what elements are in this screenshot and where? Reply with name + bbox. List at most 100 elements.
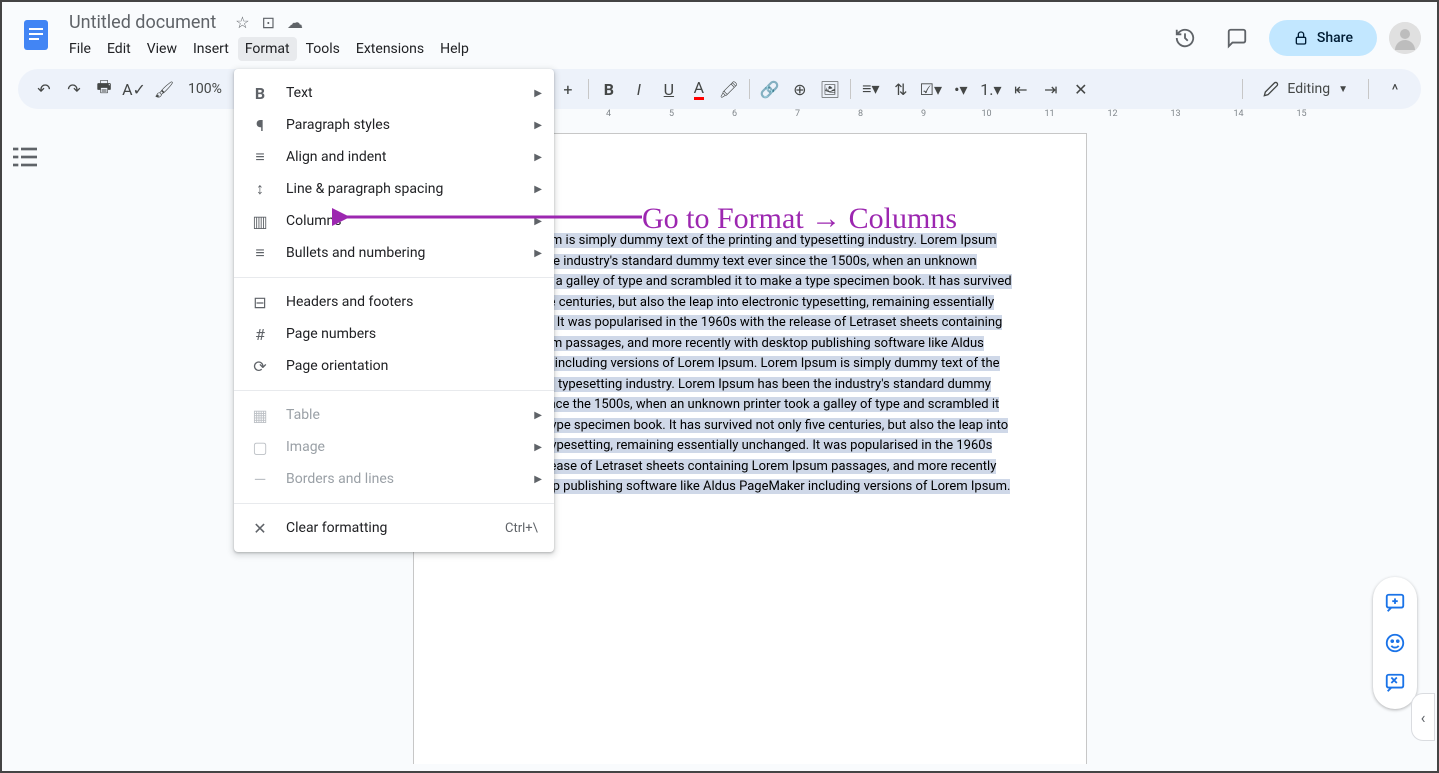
menu-item-icon: ⊟ xyxy=(250,293,270,312)
decrease-indent-button[interactable]: ⇤ xyxy=(1007,75,1035,103)
docs-logo-icon[interactable] xyxy=(18,10,54,58)
cloud-icon[interactable]: ☁ xyxy=(287,13,303,32)
share-button[interactable]: Share xyxy=(1269,20,1377,56)
zoom-select[interactable]: 100% xyxy=(180,81,230,97)
checklist-button[interactable]: ☑▾ xyxy=(917,75,945,103)
text-color-button[interactable]: A xyxy=(685,75,713,103)
menubar-item-tools[interactable]: Tools xyxy=(299,37,347,61)
menu-item-label: Line & paragraph spacing xyxy=(286,181,443,197)
spellcheck-button[interactable]: A✓ xyxy=(120,75,148,103)
insert-image-button[interactable]: 🖼 xyxy=(816,75,844,103)
suggest-float-button[interactable] xyxy=(1377,665,1413,701)
italic-button[interactable]: I xyxy=(625,75,653,103)
highlight-button[interactable]: 🖍 xyxy=(715,75,743,103)
menu-item-label: Borders and lines xyxy=(286,471,394,487)
menu-separator xyxy=(234,277,554,278)
format-menu-table: ▦Table▶ xyxy=(234,399,554,431)
workspace: Lorem Ipsum is simply dummy text of the … xyxy=(2,125,1437,764)
format-menu-clear-formatting[interactable]: ✕Clear formattingCtrl+\ xyxy=(234,512,554,544)
menu-separator xyxy=(234,390,554,391)
format-menu-page-orientation[interactable]: ⟳Page orientation xyxy=(234,350,554,382)
submenu-arrow-icon: ▶ xyxy=(534,410,542,421)
menubar-item-extensions[interactable]: Extensions xyxy=(349,37,431,61)
format-menu-page-numbers[interactable]: #Page numbers xyxy=(234,318,554,350)
menubar-item-format[interactable]: Format xyxy=(238,37,297,61)
menu-item-icon: ▢ xyxy=(250,438,270,457)
format-menu-paragraph-styles[interactable]: ¶Paragraph styles▶ xyxy=(234,109,554,141)
menu-item-icon: — xyxy=(250,470,270,489)
submenu-arrow-icon: ▶ xyxy=(534,120,542,131)
menu-item-label: Text xyxy=(286,85,313,101)
header-right: Share xyxy=(1165,18,1421,58)
emoji-float-button[interactable] xyxy=(1377,625,1413,661)
format-menu-align-and-indent[interactable]: ≡Align and indent▶ xyxy=(234,141,554,173)
document-title[interactable]: Untitled document xyxy=(62,10,223,35)
menu-separator xyxy=(234,503,554,504)
add-comment-button[interactable]: ⊕ xyxy=(786,75,814,103)
bullet-list-button[interactable]: •▾ xyxy=(947,75,975,103)
format-menu-line-paragraph-spacing[interactable]: ↕Line & paragraph spacing▶ xyxy=(234,173,554,205)
menu-item-label: Page numbers xyxy=(286,326,376,342)
menu-item-icon: ≡ xyxy=(250,243,270,263)
outline-button[interactable] xyxy=(9,141,41,173)
submenu-arrow-icon: ▶ xyxy=(534,442,542,453)
menubar: FileEditViewInsertFormatToolsExtensionsH… xyxy=(62,37,1157,61)
history-icon[interactable] xyxy=(1165,18,1205,58)
menubar-item-help[interactable]: Help xyxy=(433,37,476,61)
menu-shortcut: Ctrl+\ xyxy=(505,521,538,536)
redo-button[interactable]: ↷ xyxy=(60,75,88,103)
move-icon[interactable]: ⊡ xyxy=(262,13,275,32)
floating-panel xyxy=(1373,577,1417,709)
left-panel xyxy=(2,125,47,764)
format-menu-borders-and-lines: —Borders and lines▶ xyxy=(234,463,554,495)
underline-button[interactable]: U xyxy=(655,75,683,103)
print-button[interactable]: 🖶 xyxy=(90,75,118,103)
menubar-item-file[interactable]: File xyxy=(62,37,98,61)
menu-item-label: Clear formatting xyxy=(286,520,387,536)
numbered-list-button[interactable]: 1.▾ xyxy=(977,75,1005,103)
format-menu-text[interactable]: B Text ▶ xyxy=(234,77,554,109)
header: Untitled document ☆ ⊡ ☁ FileEditViewInse… xyxy=(2,2,1437,61)
document-text[interactable]: Lorem Ipsum is simply dummy text of the … xyxy=(486,230,1014,497)
expand-side-panel-button[interactable]: ‹ xyxy=(1411,693,1435,741)
undo-button[interactable]: ↶ xyxy=(30,75,58,103)
star-icon[interactable]: ☆ xyxy=(235,13,249,32)
line-spacing-button[interactable]: ⇅ xyxy=(887,75,915,103)
editing-label: Editing xyxy=(1287,81,1330,97)
format-menu-bullets-and-numbering[interactable]: ≡Bullets and numbering▶ xyxy=(234,237,554,269)
paint-format-button[interactable]: 🖌 xyxy=(150,75,178,103)
bold-button[interactable]: B xyxy=(595,75,623,103)
format-menu-image: ▢Image▶ xyxy=(234,431,554,463)
title-area: Untitled document ☆ ⊡ ☁ FileEditViewInse… xyxy=(62,10,1157,61)
menubar-item-insert[interactable]: Insert xyxy=(186,37,236,61)
format-menu-columns[interactable]: ▥Columns▶ xyxy=(234,205,554,237)
menubar-item-edit[interactable]: Edit xyxy=(100,37,138,61)
menu-item-icon: ▦ xyxy=(250,406,270,425)
menubar-item-view[interactable]: View xyxy=(140,37,184,61)
selected-text[interactable]: Lorem Ipsum is simply dummy text of the … xyxy=(486,233,1012,494)
submenu-arrow-icon: ▶ xyxy=(534,248,542,259)
increase-font-button[interactable]: + xyxy=(554,75,582,103)
editing-mode-button[interactable]: Editing ▼ xyxy=(1255,77,1356,101)
align-button[interactable]: ≡▾ xyxy=(857,75,885,103)
add-comment-float-button[interactable] xyxy=(1377,585,1413,621)
menu-item-icon: ≡ xyxy=(250,147,270,167)
comment-icon[interactable] xyxy=(1217,18,1257,58)
horizontal-ruler[interactable]: 123456789101112131415 xyxy=(18,109,1421,125)
toolbar: ↶ ↷ 🖶 A✓ 🖌 100% + B I U A 🖍 🔗 ⊕ 🖼 ≡▾ ⇅ ☑… xyxy=(18,69,1421,109)
collapse-button[interactable]: ^ xyxy=(1381,75,1409,103)
clear-format-button[interactable]: ✕ xyxy=(1067,75,1095,103)
format-dropdown: BText▶¶Paragraph styles▶≡Align and inden… xyxy=(234,69,554,552)
menu-item-label: Page orientation xyxy=(286,358,388,374)
vertical-ruler[interactable] xyxy=(47,125,63,764)
menu-item-label: Columns xyxy=(286,213,341,229)
submenu-arrow-icon: ▶ xyxy=(534,152,542,163)
format-menu-headers-and-footers[interactable]: ⊟ Headers and footers xyxy=(234,286,554,318)
submenu-arrow-icon: ▶ xyxy=(534,88,542,99)
menu-item-icon: B xyxy=(250,84,270,103)
avatar[interactable] xyxy=(1389,22,1421,54)
menu-item-icon: ¶ xyxy=(250,116,270,135)
menu-item-label: Headers and footers xyxy=(286,294,413,310)
increase-indent-button[interactable]: ⇥ xyxy=(1037,75,1065,103)
link-button[interactable]: 🔗 xyxy=(756,75,784,103)
